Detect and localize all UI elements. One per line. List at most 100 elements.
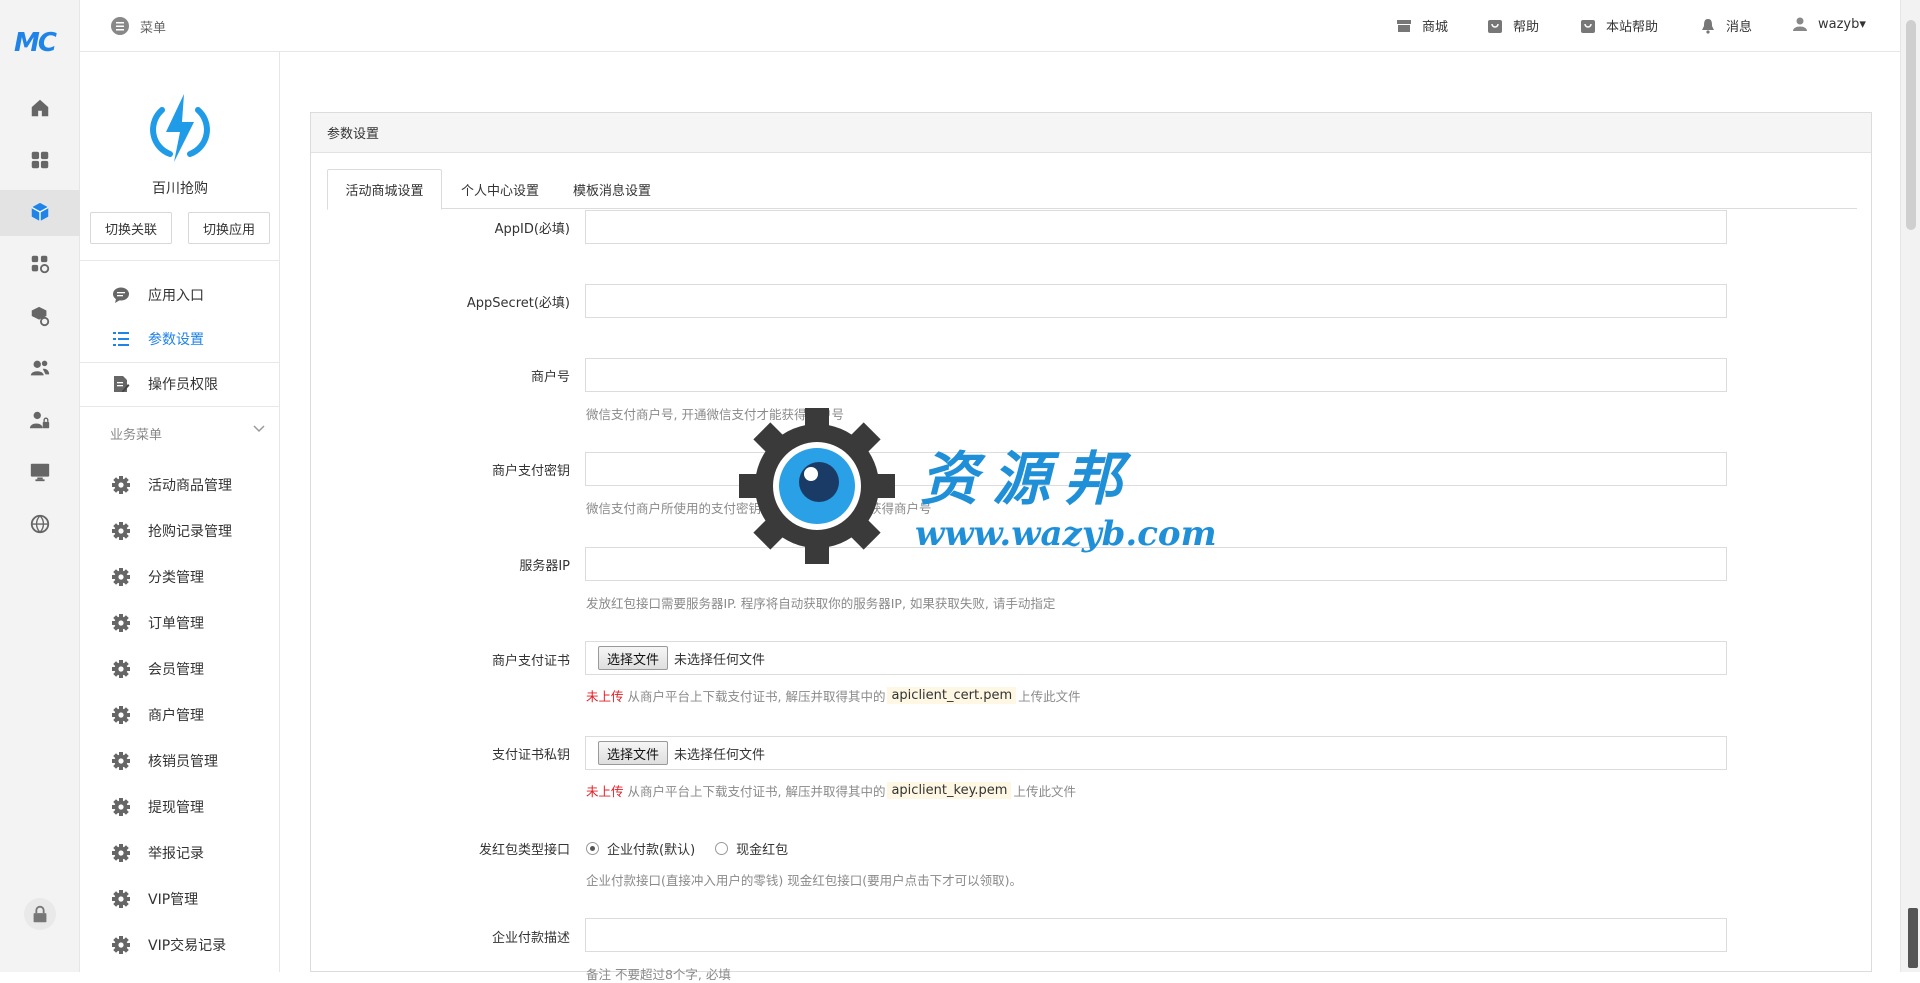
mchid-input[interactable]	[585, 358, 1727, 392]
top-link-site-help-label: 本站帮助	[1606, 20, 1659, 35]
redpack-opt2-label[interactable]: 现金红包	[736, 839, 788, 858]
appid-input[interactable]	[585, 210, 1727, 244]
box-settings-icon[interactable]	[24, 300, 56, 332]
paydesc-help: 备注 不要超过8个字, 必填	[586, 967, 731, 982]
divider	[80, 260, 280, 261]
redpack-opt1-label[interactable]: 企业付款(默认)	[607, 839, 695, 858]
gear-icon	[110, 750, 132, 772]
app-name: 百川抢购	[152, 181, 208, 197]
users-icon[interactable]	[24, 352, 56, 384]
cert-label: 商户支付证书	[491, 654, 570, 669]
monitor-icon[interactable]	[24, 456, 56, 488]
top-link-messages-label: 消息	[1726, 20, 1753, 35]
key-choose-file-button[interactable]: 选择文件	[598, 741, 669, 765]
appsecret-input[interactable]	[585, 284, 1727, 318]
nav-item-app-entry[interactable]: 应用入口	[80, 274, 280, 316]
user-icon	[1793, 17, 1807, 31]
user-lock-icon[interactable]	[24, 404, 56, 436]
top-link-site-help[interactable]: 本站帮助	[1580, 16, 1658, 35]
user-menu[interactable]: wazyb▾	[1792, 16, 1866, 32]
biz-menu-item[interactable]: 举报记录	[80, 832, 280, 874]
biz-menu-item[interactable]: 商户管理	[80, 694, 280, 736]
lock-icon[interactable]	[24, 898, 56, 930]
home-icon[interactable]	[24, 92, 56, 124]
lightning-app-icon	[150, 94, 210, 162]
cert-upload-hint: 未上传 从商户平台上下载支付证书, 解压并取得其中的 apiclient_cer…	[586, 686, 1081, 705]
nav-item-params[interactable]: 参数设置	[80, 318, 280, 360]
tab-bar: 活动商城设置 个人中心设置 模板消息设置	[327, 169, 1857, 210]
doc-edit-icon	[110, 373, 132, 395]
cert-choose-file-button[interactable]: 选择文件	[598, 646, 669, 670]
biz-menu-item[interactable]: VIP管理	[80, 878, 280, 920]
cert-filename: apiclient_cert.pem	[887, 687, 1017, 704]
cert-upload-post: 上传此文件	[1018, 689, 1081, 704]
mchid-help: 微信支付商户号, 开通微信支付才能获得商户号	[586, 407, 844, 422]
biz-menu-item[interactable]: 活动商品管理	[80, 464, 280, 506]
chat-icon	[110, 284, 132, 306]
redpack-radio-enterprise[interactable]	[586, 842, 599, 855]
biz-menu-item-label: 抢购记录管理	[148, 524, 232, 540]
cube-icon[interactable]	[24, 196, 56, 228]
gear-icon	[110, 704, 132, 726]
globe-icon[interactable]	[24, 508, 56, 540]
biz-menu-item[interactable]: 抢购记录管理	[80, 510, 280, 552]
redpack-options: 企业付款(默认) 现金红包	[586, 839, 788, 858]
biz-menu-item-label: 订单管理	[148, 616, 204, 632]
serverip-help: 发放红包接口需要服务器IP. 程序将自动获取你的服务器IP, 如果获取失败, 请…	[586, 596, 1056, 611]
biz-menu-item[interactable]: 提现管理	[80, 786, 280, 828]
top-link-store-label: 商城	[1422, 20, 1449, 35]
mchid-label: 商户号	[530, 370, 570, 385]
key-file-field: 选择文件 未选择任何文件	[585, 736, 1727, 770]
store-icon	[1397, 19, 1411, 32]
tab-activity-mall[interactable]: 活动商城设置	[327, 169, 442, 210]
redpack-label: 发红包类型接口	[478, 843, 570, 858]
page-scrollbar[interactable]	[1900, 0, 1920, 972]
panel-title: 参数设置	[311, 113, 1871, 153]
biz-menu-item-label: 会员管理	[148, 662, 204, 678]
brand-logo[interactable]: MC	[14, 28, 66, 58]
corner-widget	[1908, 908, 1918, 968]
biz-menu-item-label: VIP管理	[148, 892, 199, 908]
site-help-icon	[1581, 19, 1595, 33]
paydesc-input[interactable]	[585, 918, 1727, 952]
biz-menu-item-label: 分类管理	[148, 570, 204, 586]
switch-assoc-button[interactable]: 切换关联	[90, 212, 172, 244]
key-upload-hint: 未上传 从商户平台上下载支付证书, 解压并取得其中的 apiclient_key…	[586, 781, 1076, 800]
biz-menu-item[interactable]: 订单管理	[80, 602, 280, 644]
bell-icon	[1702, 18, 1714, 34]
gear-icon	[110, 796, 132, 818]
gear-icon	[110, 934, 132, 956]
menu-label: 菜单	[140, 20, 167, 36]
grid-icon[interactable]	[24, 144, 56, 176]
top-link-store[interactable]: 商城	[1396, 16, 1448, 35]
biz-menu-item[interactable]: 核销员管理	[80, 740, 280, 782]
menu-toggle[interactable]: 菜单	[110, 16, 166, 36]
menu-list-icon	[111, 17, 129, 35]
nav-item-label: 操作员权限	[148, 377, 218, 393]
appsecret-label: AppSecret(必填)	[466, 296, 570, 311]
top-link-help[interactable]: 帮助	[1487, 16, 1539, 35]
appid-label: AppID(必填)	[494, 222, 570, 237]
switch-app-button[interactable]: 切换应用	[188, 212, 270, 244]
key-not-uploaded: 未上传	[586, 784, 624, 799]
key-upload-pre: 从商户平台上下载支付证书, 解压并取得其中的	[627, 784, 886, 799]
tab-personal-center[interactable]: 个人中心设置	[445, 169, 555, 210]
nav-item-operator-perms[interactable]: 操作员权限	[80, 363, 280, 405]
scrollbar-thumb[interactable]	[1906, 20, 1916, 230]
chevron-down-icon[interactable]	[252, 422, 266, 436]
redpack-radio-cash[interactable]	[715, 842, 729, 855]
mchkey-input[interactable]	[585, 452, 1727, 486]
apps-settings-icon[interactable]	[24, 248, 56, 280]
nav-item-label: 应用入口	[148, 288, 204, 304]
serverip-input[interactable]	[585, 547, 1727, 581]
top-link-messages[interactable]: 消息	[1700, 16, 1752, 35]
biz-menu-item[interactable]: 分类管理	[80, 556, 280, 598]
tab-template-message[interactable]: 模板消息设置	[557, 169, 667, 210]
gear-icon	[110, 520, 132, 542]
cert-file-status: 未选择任何文件	[674, 652, 766, 668]
gear-icon	[110, 566, 132, 588]
biz-menu-item[interactable]: 会员管理	[80, 648, 280, 690]
biz-menu-item[interactable]: VIP交易记录	[80, 924, 280, 966]
biz-menu-item-label: 举报记录	[148, 846, 204, 862]
icon-rail: MC	[0, 0, 80, 972]
